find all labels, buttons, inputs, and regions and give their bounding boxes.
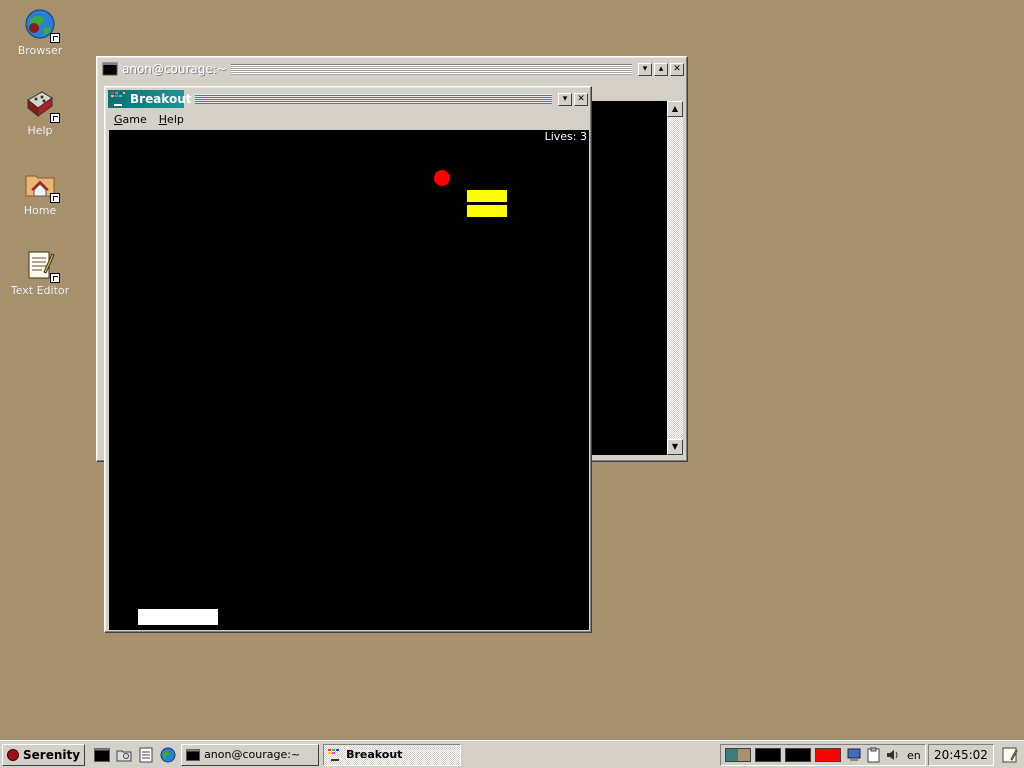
menu-game[interactable]: Game — [108, 113, 153, 126]
terminal-icon — [186, 748, 201, 761]
scroll-down-button[interactable]: ▼ — [667, 439, 683, 455]
folder-home-icon — [24, 168, 60, 203]
globe-icon — [24, 8, 60, 43]
volume-icon[interactable] — [885, 747, 901, 763]
workspace-4[interactable] — [815, 748, 841, 762]
brick — [467, 190, 507, 202]
desktop-icon-label: Home — [23, 204, 57, 217]
file-manager-icon[interactable] — [115, 746, 133, 764]
breakout-icon — [328, 748, 342, 761]
workspace-1[interactable] — [725, 748, 751, 762]
desktop-icon-label: Text Editor — [10, 284, 70, 297]
breakout-window[interactable]: Breakout ▾ ✕ Game Help Lives: 3 — [104, 86, 592, 633]
brick — [467, 205, 507, 217]
menu-help[interactable]: Help — [153, 113, 190, 126]
text-editor-icon[interactable] — [137, 746, 155, 764]
terminal-icon[interactable] — [93, 746, 111, 764]
scroll-up-button[interactable]: ▲ — [667, 101, 683, 117]
workspace-3[interactable] — [785, 748, 811, 762]
desktop-icon-browser[interactable]: Browser — [0, 8, 80, 57]
breakout-icon — [110, 91, 126, 107]
network-icon[interactable] — [847, 747, 863, 763]
titlebar-stripes — [230, 63, 632, 75]
close-button[interactable]: ✕ — [670, 62, 684, 76]
desktop-icon-help[interactable]: Help — [0, 88, 80, 137]
menubar: Game Help — [108, 109, 588, 129]
keyboard-layout[interactable]: en — [907, 749, 921, 762]
window-title: Breakout — [130, 92, 192, 106]
start-button[interactable]: Serenity — [2, 743, 86, 766]
book-icon — [24, 88, 60, 123]
terminal-icon — [102, 61, 118, 77]
breakout-titlebar[interactable]: Breakout ▾ ✕ — [108, 90, 588, 108]
task-label: Breakout — [346, 748, 403, 761]
desktop-icon-label: Browser — [17, 44, 63, 57]
browser-icon[interactable] — [159, 746, 177, 764]
ball — [434, 170, 450, 186]
lives-counter: Lives: 3 — [544, 130, 587, 143]
desktop-icon-label: Help — [27, 124, 53, 137]
clock[interactable]: 20:45:02 — [928, 744, 994, 766]
clipboard-icon[interactable] — [867, 747, 881, 763]
minimize-button[interactable]: ▾ — [558, 92, 572, 106]
task-label: anon@courage:~ — [204, 748, 301, 761]
game-canvas[interactable]: Lives: 3 — [109, 130, 589, 630]
notepad-icon — [24, 248, 60, 283]
paddle[interactable] — [138, 609, 218, 625]
window-title: anon@courage:~ — [122, 62, 227, 76]
taskbar: Serenity anon@courage:~ Breakout en 20:4… — [0, 740, 1024, 768]
desktop-icon-text-editor[interactable]: Text Editor — [0, 248, 80, 297]
notification-icon[interactable] — [1002, 747, 1018, 763]
titlebar-stripes — [195, 94, 552, 104]
task-button-breakout[interactable]: Breakout — [323, 743, 462, 766]
terminal-scrollbar[interactable]: ▲ ▼ — [667, 101, 683, 455]
task-button-terminal[interactable]: anon@courage:~ — [181, 743, 320, 766]
terminal-titlebar[interactable]: anon@courage:~ ▾ ▴ ✕ — [100, 60, 684, 78]
close-button[interactable]: ✕ — [574, 92, 588, 106]
workspace-2[interactable] — [755, 748, 781, 762]
minimize-button[interactable]: ▾ — [638, 62, 652, 76]
maximize-button[interactable]: ▴ — [654, 62, 668, 76]
start-label: Serenity — [23, 747, 81, 762]
system-tray: en — [720, 744, 926, 766]
desktop-icon-home[interactable]: Home — [0, 168, 80, 217]
serenity-logo-icon — [7, 748, 19, 761]
